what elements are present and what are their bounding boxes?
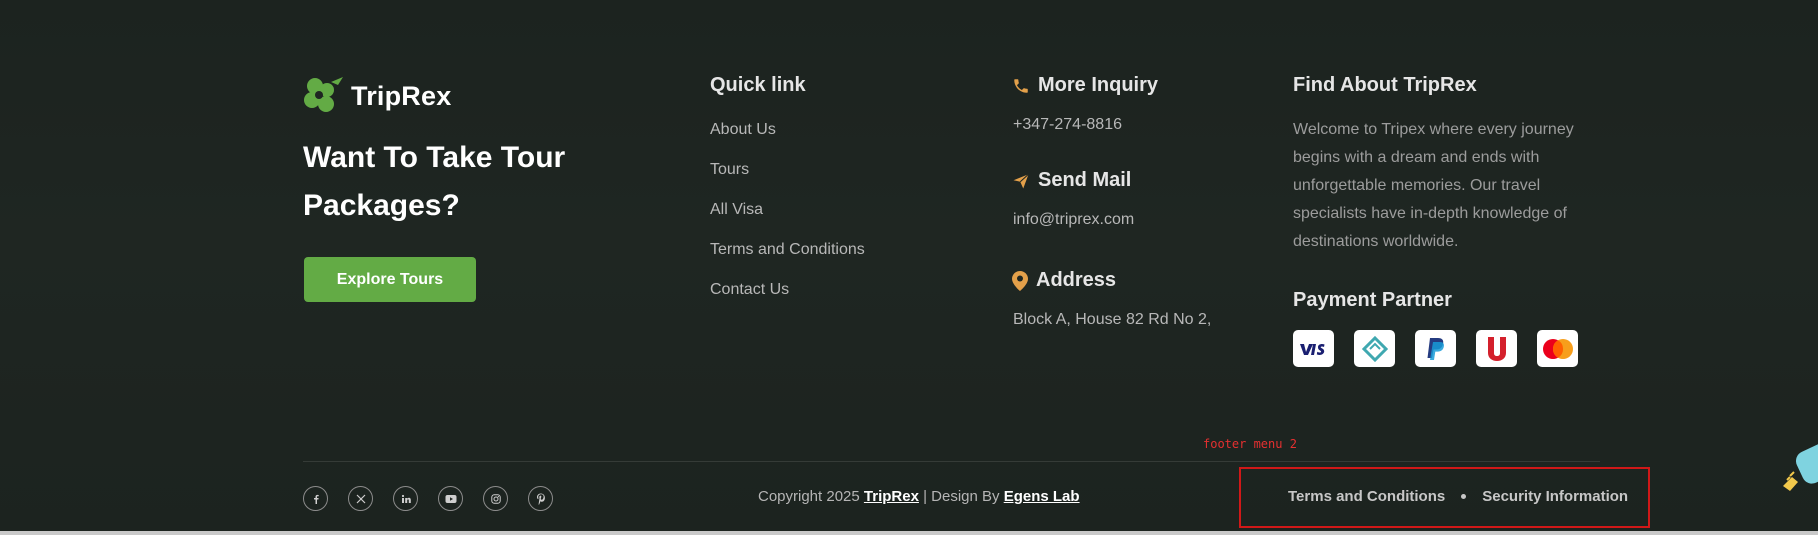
phone-number[interactable]: +347-274-8816 bbox=[1013, 116, 1122, 134]
u-card-icon[interactable] bbox=[1476, 330, 1517, 367]
payment-partner-list bbox=[1293, 330, 1578, 367]
page-bottom-edge bbox=[0, 531, 1818, 535]
footer-menu-separator bbox=[1461, 494, 1467, 499]
mastercard-icon[interactable] bbox=[1537, 330, 1578, 367]
phone-icon bbox=[1014, 78, 1028, 93]
copyright-brand-link[interactable]: TripRex bbox=[864, 488, 919, 505]
quick-link-title: Quick link bbox=[710, 74, 806, 96]
waving-hand-icon[interactable] bbox=[1780, 436, 1818, 496]
footer: TripRex Want To Take Tour Packages? Expl… bbox=[0, 0, 1818, 535]
social-links bbox=[303, 486, 553, 511]
footer-menu: Terms and Conditions Security Informatio… bbox=[1288, 488, 1628, 505]
more-inquiry-label: More Inquiry bbox=[1038, 74, 1159, 96]
send-mail-label: Send Mail bbox=[1038, 169, 1132, 191]
instagram-icon[interactable] bbox=[483, 486, 508, 511]
copyright-text: Copyright 2025 TripRex | Design By Egens… bbox=[758, 488, 1080, 505]
send-mail-title: Send Mail bbox=[1012, 169, 1131, 192]
quick-link-tours[interactable]: Tours bbox=[710, 158, 865, 198]
paper-plane-icon bbox=[1013, 173, 1029, 188]
copyright-prefix: Copyright 2025 bbox=[758, 488, 864, 505]
footer-menu-terms[interactable]: Terms and Conditions bbox=[1288, 488, 1445, 505]
hero-headline: Want To Take Tour Packages? bbox=[303, 141, 566, 222]
map-pin-icon bbox=[1012, 270, 1028, 291]
quick-link-terms[interactable]: Terms and Conditions bbox=[710, 238, 865, 278]
facebook-icon[interactable] bbox=[303, 486, 328, 511]
visa-logo-icon bbox=[1299, 343, 1324, 355]
footer-menu-label: footer menu 2 bbox=[1203, 437, 1297, 451]
quick-link-all-visa[interactable]: All Visa bbox=[710, 198, 865, 238]
email-address[interactable]: info@triprex.com bbox=[1013, 211, 1134, 229]
designer-link[interactable]: Egens Lab bbox=[1004, 488, 1080, 505]
clover-plane-icon bbox=[304, 77, 343, 112]
stripe-pattern-icon[interactable] bbox=[1354, 330, 1395, 367]
address-label: Address bbox=[1036, 269, 1117, 291]
footer-divider bbox=[303, 461, 1600, 462]
about-title: Find About TripRex bbox=[1293, 74, 1477, 96]
payment-partner-title: Payment Partner bbox=[1293, 289, 1452, 311]
quick-link-about-us[interactable]: About Us bbox=[710, 118, 865, 158]
address-text: Block A, House 82 Rd No 2, bbox=[1013, 311, 1212, 328]
linkedin-icon[interactable] bbox=[393, 486, 418, 511]
copyright-middle: | Design By bbox=[918, 488, 1004, 505]
more-inquiry-title: More Inquiry bbox=[1012, 74, 1158, 97]
brand-logo[interactable]: TripRex bbox=[303, 76, 451, 116]
explore-tours-button[interactable]: Explore Tours bbox=[304, 257, 476, 302]
quick-link-contact-us[interactable]: Contact Us bbox=[710, 278, 865, 318]
about-text: Welcome to Tripex where every journey be… bbox=[1293, 121, 1574, 250]
footer-menu-security[interactable]: Security Information bbox=[1482, 488, 1628, 505]
pinterest-icon[interactable] bbox=[528, 486, 553, 511]
x-icon[interactable] bbox=[348, 486, 373, 511]
visa-card-icon[interactable] bbox=[1293, 330, 1334, 367]
youtube-icon[interactable] bbox=[438, 486, 463, 511]
brand-name: TripRex bbox=[351, 80, 452, 111]
paypal-icon[interactable] bbox=[1415, 330, 1456, 367]
address-title: Address bbox=[1012, 269, 1116, 292]
quick-link-list: About Us Tours All Visa Terms and Condit… bbox=[710, 118, 865, 318]
